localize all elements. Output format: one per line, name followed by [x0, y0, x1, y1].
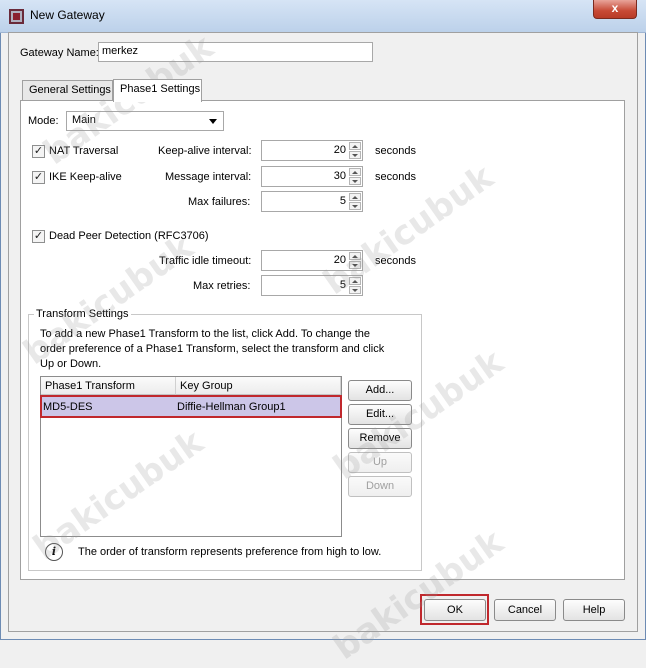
ok-button-highlight [420, 594, 489, 625]
spin-down-icon[interactable] [349, 177, 361, 185]
transform-order-note: The order of transform represents prefer… [78, 546, 382, 558]
down-transform-button[interactable]: Down [348, 476, 412, 497]
message-interval-stepper[interactable]: 30 [261, 166, 363, 187]
keepalive-interval-value: 20 [333, 144, 346, 156]
up-transform-button[interactable]: Up [348, 452, 412, 473]
spin-down-icon[interactable] [349, 261, 361, 269]
spin-down-icon[interactable] [349, 202, 361, 210]
max-failures-value: 5 [339, 195, 346, 207]
edit-transform-button[interactable]: Edit... [348, 404, 412, 425]
spin-up-icon[interactable] [349, 142, 361, 150]
window-title: New Gateway [30, 8, 105, 22]
traffic-idle-timeout-label: Traffic idle timeout: [159, 255, 252, 267]
info-icon: i [45, 543, 63, 561]
spin-up-icon[interactable] [349, 168, 361, 176]
max-retries-value: 5 [339, 279, 346, 291]
nat-traversal-checkbox[interactable]: ✓ [32, 145, 45, 158]
spin-down-icon[interactable] [349, 286, 361, 294]
close-button[interactable]: x [593, 0, 637, 19]
tab-general-settings[interactable]: General Settings [22, 80, 113, 101]
traffic-idle-timeout-unit: seconds [375, 255, 416, 267]
ike-keepalive-label: IKE Keep-alive [49, 171, 122, 183]
message-interval-value: 30 [333, 170, 346, 182]
mode-select-value: Main [72, 114, 96, 126]
app-icon [9, 9, 24, 24]
traffic-idle-timeout-stepper[interactable]: 20 [261, 250, 363, 271]
max-retries-stepper[interactable]: 5 [261, 275, 363, 296]
message-interval-unit: seconds [375, 171, 416, 183]
gateway-name-label: Gateway Name: [20, 47, 99, 59]
add-transform-button[interactable]: Add... [348, 380, 412, 401]
tab-phase1-settings[interactable]: Phase1 Settings [113, 79, 202, 102]
spin-up-icon[interactable] [349, 252, 361, 260]
dpd-label: Dead Peer Detection (RFC3706) [49, 230, 209, 242]
keepalive-interval-stepper[interactable]: 20 [261, 140, 363, 161]
keepalive-interval-label: Keep-alive interval: [158, 145, 252, 157]
max-failures-stepper[interactable]: 5 [261, 191, 363, 212]
dpd-checkbox[interactable]: ✓ [32, 230, 45, 243]
chevron-down-icon [209, 119, 217, 124]
transform-instructions-line1: To add a new Phase1 Transform to the lis… [40, 328, 370, 340]
ike-keepalive-checkbox[interactable]: ✓ [32, 171, 45, 184]
cancel-button[interactable]: Cancel [494, 599, 556, 621]
mode-label: Mode: [28, 115, 59, 127]
max-failures-label: Max failures: [188, 196, 251, 208]
column-header-phase1-transform[interactable]: Phase1 Transform [41, 377, 176, 395]
spin-up-icon[interactable] [349, 193, 361, 201]
keepalive-interval-unit: seconds [375, 145, 416, 157]
transform-settings-title: Transform Settings [34, 308, 131, 320]
spin-down-icon[interactable] [349, 151, 361, 159]
mode-select[interactable]: Main [66, 111, 224, 131]
selected-row-highlight [40, 395, 342, 418]
transform-instructions-line3: Up or Down. [40, 358, 102, 370]
help-button[interactable]: Help [563, 599, 625, 621]
column-header-key-group[interactable]: Key Group [176, 377, 341, 395]
message-interval-label: Message interval: [165, 171, 252, 183]
spin-up-icon[interactable] [349, 277, 361, 285]
remove-transform-button[interactable]: Remove [348, 428, 412, 449]
transform-instructions-line2: order preference of a Phase1 Transform, … [40, 343, 385, 355]
max-retries-label: Max retries: [193, 280, 251, 292]
gateway-name-input[interactable]: merkez [98, 42, 373, 62]
nat-traversal-label: NAT Traversal [49, 145, 119, 157]
traffic-idle-timeout-value: 20 [333, 254, 346, 266]
